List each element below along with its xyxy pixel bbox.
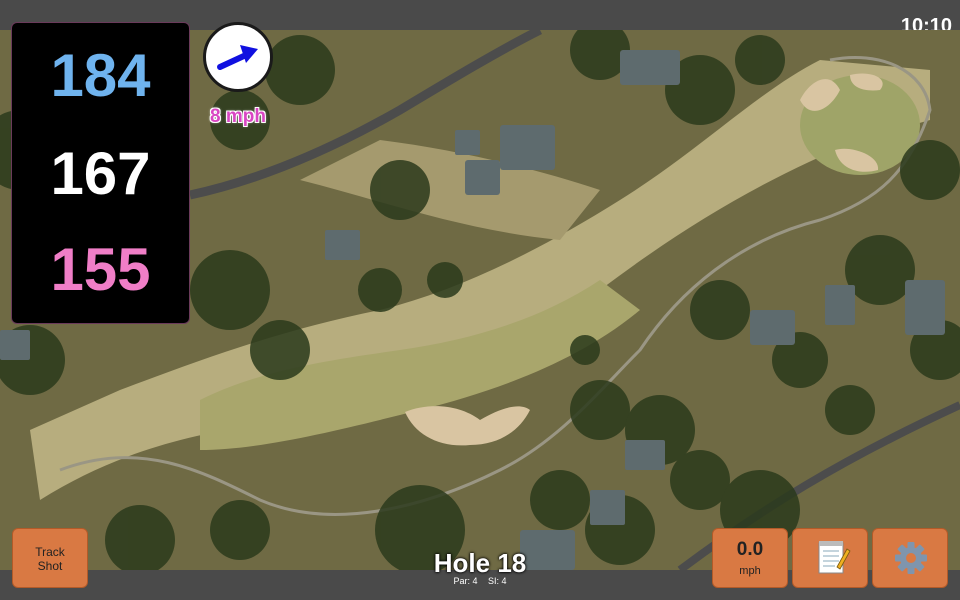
settings-button[interactable] — [872, 528, 948, 588]
track-shot-label-line2: Shot — [37, 559, 63, 573]
wind-direction-indicator[interactable] — [203, 22, 273, 92]
notepad-icon — [818, 541, 851, 574]
wind-speed-value: 0.0 — [736, 539, 764, 560]
distance-panel: 184 167 155 — [11, 22, 190, 324]
wind-speed-unit: mph — [739, 565, 761, 577]
hole-par: Par: 4 — [453, 576, 478, 586]
gear-icon — [895, 542, 927, 574]
wind-speed-label: 8 mph — [210, 106, 266, 127]
track-shot-label-line1: Track — [35, 545, 65, 559]
hole-title: Hole 18 — [433, 548, 527, 578]
wind-speed-button[interactable]: 0.0 mph — [712, 528, 788, 588]
hole-stroke-index: SI: 4 — [488, 576, 507, 586]
back-distance: 184 — [50, 42, 151, 109]
wind-arrow-icon — [217, 45, 258, 70]
middle-distance: 167 — [50, 140, 151, 207]
hole-details: Par: 4 SI: 4 — [380, 576, 580, 586]
track-shot-button[interactable]: Track Shot — [12, 528, 88, 588]
front-distance: 155 — [50, 236, 151, 303]
notes-button[interactable] — [792, 528, 868, 588]
